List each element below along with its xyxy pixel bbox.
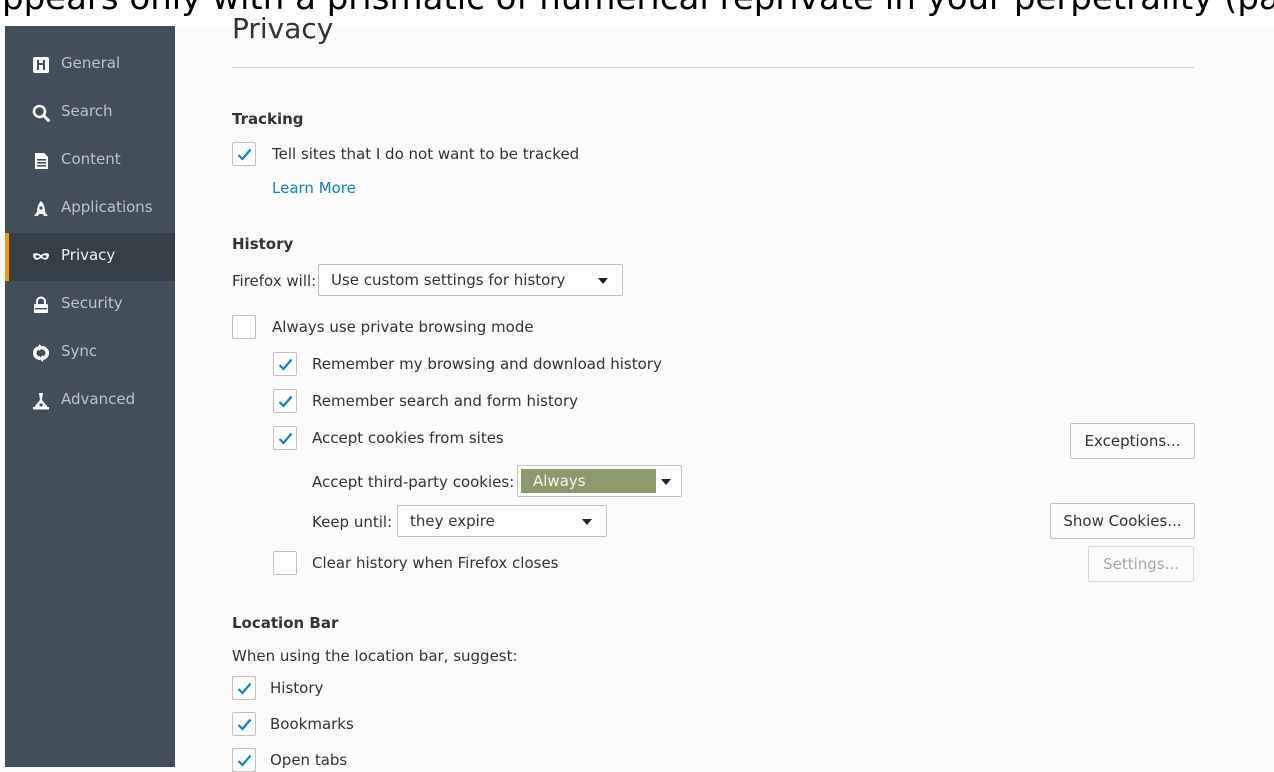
sidebar-item-privacy[interactable]: Privacy [5, 233, 175, 281]
third-party-value: Always [533, 472, 586, 490]
suggest-open-tabs-checkbox[interactable] [232, 748, 256, 772]
sidebar-item-label: Security [61, 294, 123, 312]
location-bar-heading: Location Bar [232, 614, 339, 632]
sidebar-item-label: Privacy [61, 246, 116, 264]
chevron-down-icon [661, 479, 671, 485]
checkmark-icon [237, 754, 252, 767]
page-title: Privacy [232, 12, 334, 45]
keep-until-select[interactable]: they expire [397, 505, 607, 537]
sidebar-item-label: Advanced [61, 390, 136, 408]
suggest-history-label[interactable]: History [270, 679, 323, 697]
sidebar-item-content[interactable]: Content [5, 137, 175, 185]
third-party-select[interactable]: Always [517, 465, 682, 497]
sidebar-item-label: Content [61, 150, 121, 168]
learn-more-link[interactable]: Learn More [272, 179, 356, 197]
dnt-label[interactable]: Tell sites that I do not want to be trac… [272, 145, 579, 163]
keep-until-value: they expire [410, 512, 495, 530]
search-icon [32, 104, 50, 122]
checkmark-icon [278, 432, 293, 445]
main-content: Privacy Tracking Tell sites that I do no… [175, 0, 1274, 772]
checkmark-icon [278, 395, 293, 408]
keep-until-label: Keep until: [312, 513, 393, 531]
remember-browsing-label[interactable]: Remember my browsing and download histor… [312, 355, 662, 373]
advanced-icon [32, 392, 50, 410]
chevron-down-icon [582, 519, 592, 525]
sidebar-item-label: General [61, 54, 121, 72]
sidebar-item-applications[interactable]: Applications [5, 185, 175, 233]
dnt-checkbox[interactable] [232, 142, 256, 166]
privacy-mask-icon [32, 248, 50, 266]
exceptions-button[interactable]: Exceptions... [1070, 423, 1195, 459]
history-mode-value: Use custom settings for history [331, 271, 566, 289]
checkmark-icon [237, 718, 252, 731]
clipped-top-text-strip: ppears only with a prismatic of numerica… [0, 0, 1274, 26]
sidebar-item-label: Search [61, 102, 113, 120]
checkmark-icon [237, 148, 252, 161]
left-edge-strip [0, 0, 5, 767]
sidebar-item-label: Sync [61, 342, 98, 360]
checkmark-icon [278, 358, 293, 371]
private-mode-checkbox[interactable] [232, 315, 256, 339]
sidebar-item-general[interactable]: General [5, 41, 175, 89]
clear-history-label[interactable]: Clear history when Firefox closes [312, 554, 559, 572]
tracking-heading: Tracking [232, 110, 304, 128]
private-mode-label[interactable]: Always use private browsing mode [272, 318, 534, 336]
sync-icon [32, 344, 50, 362]
chevron-down-icon [598, 278, 608, 284]
sidebar-item-security[interactable]: Security [5, 281, 175, 329]
accept-cookies-checkbox[interactable] [273, 426, 297, 450]
remember-browsing-checkbox[interactable] [273, 352, 297, 376]
suggest-open-tabs-label[interactable]: Open tabs [270, 751, 347, 769]
title-divider [232, 67, 1194, 68]
clear-history-settings-button[interactable]: Settings... [1088, 546, 1194, 582]
sidebar-item-sync[interactable]: Sync [5, 329, 175, 377]
remember-search-label[interactable]: Remember search and form history [312, 392, 578, 410]
clipped-top-text: ppears only with a prismatic of numerica… [2, 0, 1274, 18]
suggest-bookmarks-label[interactable]: Bookmarks [270, 715, 354, 733]
clear-history-checkbox[interactable] [273, 551, 297, 575]
suggest-bookmarks-checkbox[interactable] [232, 712, 256, 736]
accept-cookies-label[interactable]: Accept cookies from sites [312, 429, 504, 447]
security-lock-icon [32, 296, 50, 314]
general-icon [32, 56, 50, 74]
third-party-label: Accept third-party cookies: [312, 473, 515, 491]
sidebar-item-label: Applications [61, 198, 153, 216]
show-cookies-button[interactable]: Show Cookies... [1050, 503, 1195, 539]
sidebar-item-search[interactable]: Search [5, 89, 175, 137]
checkmark-icon [237, 682, 252, 695]
firefox-will-label: Firefox will: [232, 272, 317, 290]
suggest-history-checkbox[interactable] [232, 676, 256, 700]
location-bar-subtitle: When using the location bar, suggest: [232, 647, 518, 665]
remember-search-checkbox[interactable] [273, 389, 297, 413]
content-icon [32, 152, 50, 170]
sidebar-item-advanced[interactable]: Advanced [5, 377, 175, 425]
applications-icon [32, 200, 50, 218]
history-heading: History [232, 235, 294, 253]
history-mode-select[interactable]: Use custom settings for history [318, 264, 623, 296]
sidebar: General Search Content Applications Priv… [0, 0, 175, 767]
